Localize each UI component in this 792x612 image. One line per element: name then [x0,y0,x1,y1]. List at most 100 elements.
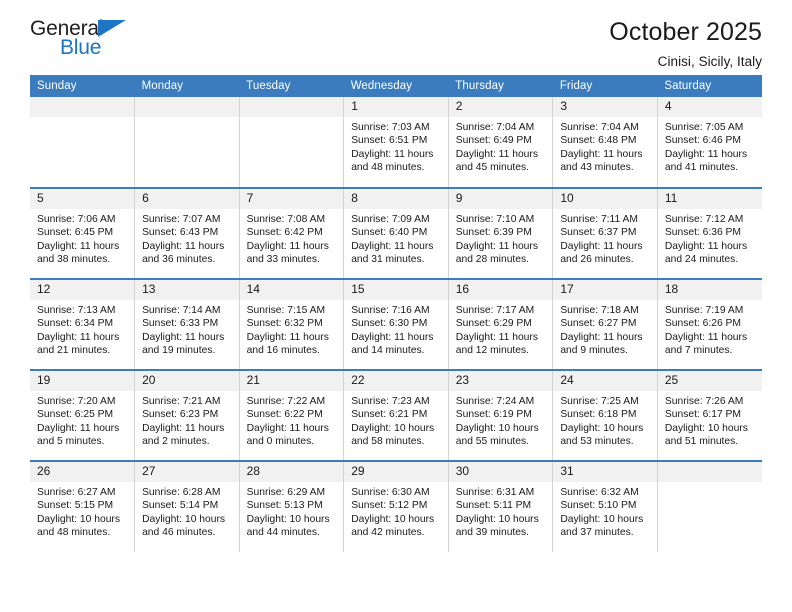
daylight-text: Daylight: 11 hours and 16 minutes. [246,331,329,357]
calendar-day-cell[interactable]: 4 Sunrise: 7:05 AM Sunset: 6:46 PM Daylight… [657,97,762,188]
daylight-text: Daylight: 10 hours and 51 minutes. [664,422,748,448]
sunset-text: Sunset: 6:51 PM [351,135,428,147]
sunrise-text: Sunrise: 6:28 AM [142,487,221,498]
calendar-day-cell[interactable]: 18 Sunrise: 7:19 AM Sunset: 6:26 PM Dayligh… [657,278,762,370]
calendar-day-cell[interactable]: 10 Sunrise: 7:11 AM Sunset: 6:37 PM Dayligh… [552,187,658,279]
daylight-text: Daylight: 10 hours and 44 minutes. [246,513,330,539]
sunset-text: Sunset: 6:46 PM [664,135,742,147]
sunset-text: Sunset: 6:34 PM [37,318,114,330]
day-number: 19 [30,371,135,391]
daylight-text: Daylight: 10 hours and 39 minutes. [455,513,539,539]
day-number: 14 [239,280,344,300]
day-number: 11 [657,189,762,209]
daylight-text: Daylight: 11 hours and 7 minutes. [664,331,748,357]
calendar-day-cell[interactable]: 16 Sunrise: 7:17 AM Sunset: 6:29 PM Dayligh… [448,278,554,370]
calendar-day-cell[interactable]: 22 Sunrise: 7:23 AM Sunset: 6:21 PM Dayligh… [343,369,449,461]
sunset-text: Sunset: 6:32 PM [246,318,323,330]
day-details: Sunrise: 6:28 AM Sunset: 5:14 PM Daylight:… [135,482,239,540]
calendar-week-row: 19 Sunrise: 7:20 AM Sunset: 6:25 PM Dayligh… [30,369,762,461]
location-subtitle: Cinisi, Sicily, Italy [657,53,762,69]
day-number: 3 [553,97,657,117]
day-number: 5 [30,189,135,209]
day-number [30,97,135,117]
daylight-text: Daylight: 11 hours and 33 minutes. [246,240,329,266]
calendar-day-cell[interactable]: 30 Sunrise: 6:31 AM Sunset: 5:11 PM Dayligh… [448,460,554,552]
calendar-day-cell[interactable]: 23 Sunrise: 7:24 AM Sunset: 6:19 PM Dayligh… [448,369,554,461]
calendar-day-cell[interactable]: 24 Sunrise: 7:25 AM Sunset: 6:18 PM Dayligh… [552,369,658,461]
sunset-text: Sunset: 6:36 PM [664,227,742,239]
day-details: Sunrise: 7:22 AM Sunset: 6:22 PM Daylight:… [240,391,344,449]
sunrise-text: Sunrise: 7:09 AM [351,214,430,225]
day-number [657,462,762,482]
calendar-day-cell[interactable]: 19 Sunrise: 7:20 AM Sunset: 6:25 PM Dayligh… [30,369,136,461]
sunrise-text: Sunrise: 7:26 AM [664,396,744,407]
sunset-text: Sunset: 6:21 PM [351,409,428,421]
day-details: Sunrise: 7:26 AM Sunset: 6:17 PM Daylight:… [658,391,762,449]
day-details: Sunrise: 7:17 AM Sunset: 6:29 PM Daylight:… [449,300,553,358]
calendar-day-cell[interactable]: 11 Sunrise: 7:12 AM Sunset: 6:36 PM Dayligh… [657,187,762,279]
daylight-text: Daylight: 11 hours and 2 minutes. [142,422,225,448]
day-details: Sunrise: 7:19 AM Sunset: 6:26 PM Daylight:… [658,300,762,358]
daylight-text: Daylight: 10 hours and 58 minutes. [351,422,435,448]
page-header: General Blue October 2025 Cinisi, Sicily… [30,0,762,75]
daylight-text: Daylight: 11 hours and 36 minutes. [142,240,225,266]
day-details: Sunrise: 6:29 AM Sunset: 5:13 PM Daylight:… [240,482,344,540]
calendar-cell-empty [30,97,136,188]
weekday-header-tuesday: Tuesday [239,75,344,97]
daylight-text: Daylight: 11 hours and 9 minutes. [560,331,643,357]
sunrise-text: Sunrise: 7:21 AM [142,396,221,407]
logo-word-blue: Blue [60,36,102,59]
calendar-day-cell[interactable]: 1 Sunrise: 7:03 AM Sunset: 6:51 PM Daylight… [343,97,449,188]
sunset-text: Sunset: 6:42 PM [246,227,323,239]
day-details: Sunrise: 7:08 AM Sunset: 6:42 PM Daylight:… [240,209,344,267]
sunrise-text: Sunrise: 6:30 AM [351,487,430,498]
day-details: Sunrise: 7:10 AM Sunset: 6:39 PM Daylight:… [449,209,553,267]
day-number: 31 [553,462,657,482]
calendar-day-cell[interactable]: 8 Sunrise: 7:09 AM Sunset: 6:40 PM Daylight… [343,187,449,279]
sunrise-text: Sunrise: 6:29 AM [246,487,326,498]
day-number: 6 [135,189,239,209]
calendar-page: General Blue October 2025 Cinisi, Sicily… [0,0,792,612]
calendar-day-cell[interactable]: 29 Sunrise: 6:30 AM Sunset: 5:12 PM Dayligh… [343,460,449,552]
sunset-text: Sunset: 6:43 PM [142,227,219,239]
daylight-text: Daylight: 11 hours and 24 minutes. [664,240,748,266]
calendar-day-cell[interactable]: 20 Sunrise: 7:21 AM Sunset: 6:23 PM Dayligh… [134,369,240,461]
weekday-header-saturday: Saturday [657,75,762,97]
calendar-day-cell[interactable]: 26 Sunrise: 6:27 AM Sunset: 5:15 PM Dayligh… [30,460,136,552]
calendar-day-cell[interactable]: 14 Sunrise: 7:15 AM Sunset: 6:32 PM Dayligh… [239,278,345,370]
day-details: Sunrise: 7:24 AM Sunset: 6:19 PM Daylight:… [449,391,553,449]
calendar-day-cell[interactable]: 25 Sunrise: 7:26 AM Sunset: 6:17 PM Dayligh… [657,369,762,461]
calendar-day-cell[interactable]: 5 Sunrise: 7:06 AM Sunset: 6:45 PM Daylight… [30,187,136,279]
day-details: Sunrise: 7:05 AM Sunset: 6:46 PM Daylight:… [658,117,762,175]
day-details: Sunrise: 7:11 AM Sunset: 6:37 PM Daylight:… [553,209,657,267]
calendar-day-cell[interactable]: 9 Sunrise: 7:10 AM Sunset: 6:39 PM Daylight… [448,187,554,279]
calendar-day-cell[interactable]: 7 Sunrise: 7:08 AM Sunset: 6:42 PM Daylight… [239,187,345,279]
sunrise-text: Sunrise: 7:08 AM [246,214,326,225]
sunset-text: Sunset: 5:15 PM [37,500,114,512]
daylight-text: Daylight: 10 hours and 37 minutes. [560,513,644,539]
calendar-day-cell[interactable]: 21 Sunrise: 7:22 AM Sunset: 6:22 PM Dayligh… [239,369,345,461]
daylight-text: Daylight: 11 hours and 5 minutes. [37,422,120,448]
day-number: 4 [657,97,762,117]
calendar-day-cell[interactable]: 12 Sunrise: 7:13 AM Sunset: 6:34 PM Dayligh… [30,278,136,370]
sunrise-text: Sunrise: 7:04 AM [455,122,535,133]
calendar-day-cell[interactable]: 15 Sunrise: 7:16 AM Sunset: 6:30 PM Dayligh… [343,278,449,370]
calendar-day-cell[interactable]: 6 Sunrise: 7:07 AM Sunset: 6:43 PM Daylight… [134,187,240,279]
sunrise-text: Sunrise: 7:18 AM [560,305,639,316]
day-number: 9 [448,189,553,209]
sunrise-text: Sunrise: 7:12 AM [664,214,744,225]
calendar-day-cell[interactable]: 27 Sunrise: 6:28 AM Sunset: 5:14 PM Dayligh… [134,460,240,552]
calendar-day-cell[interactable]: 13 Sunrise: 7:14 AM Sunset: 6:33 PM Dayligh… [134,278,240,370]
calendar-day-cell[interactable]: 2 Sunrise: 7:04 AM Sunset: 6:49 PM Daylight… [448,97,554,188]
sunset-text: Sunset: 5:11 PM [455,500,532,512]
calendar-day-cell[interactable]: 3 Sunrise: 7:04 AM Sunset: 6:48 PM Daylight… [552,97,658,188]
sunrise-text: Sunrise: 7:05 AM [664,122,744,133]
sunset-text: Sunset: 5:12 PM [351,500,428,512]
sunrise-text: Sunrise: 7:04 AM [560,122,639,133]
calendar-day-cell[interactable]: 28 Sunrise: 6:29 AM Sunset: 5:13 PM Dayligh… [239,460,345,552]
sunset-text: Sunset: 6:40 PM [351,227,428,239]
general-blue-logo[interactable]: General Blue [30,18,160,68]
calendar-day-cell[interactable]: 17 Sunrise: 7:18 AM Sunset: 6:27 PM Dayligh… [552,278,658,370]
daylight-text: Daylight: 10 hours and 48 minutes. [37,513,120,539]
calendar-day-cell[interactable]: 31 Sunrise: 6:32 AM Sunset: 5:10 PM Dayligh… [552,460,658,552]
